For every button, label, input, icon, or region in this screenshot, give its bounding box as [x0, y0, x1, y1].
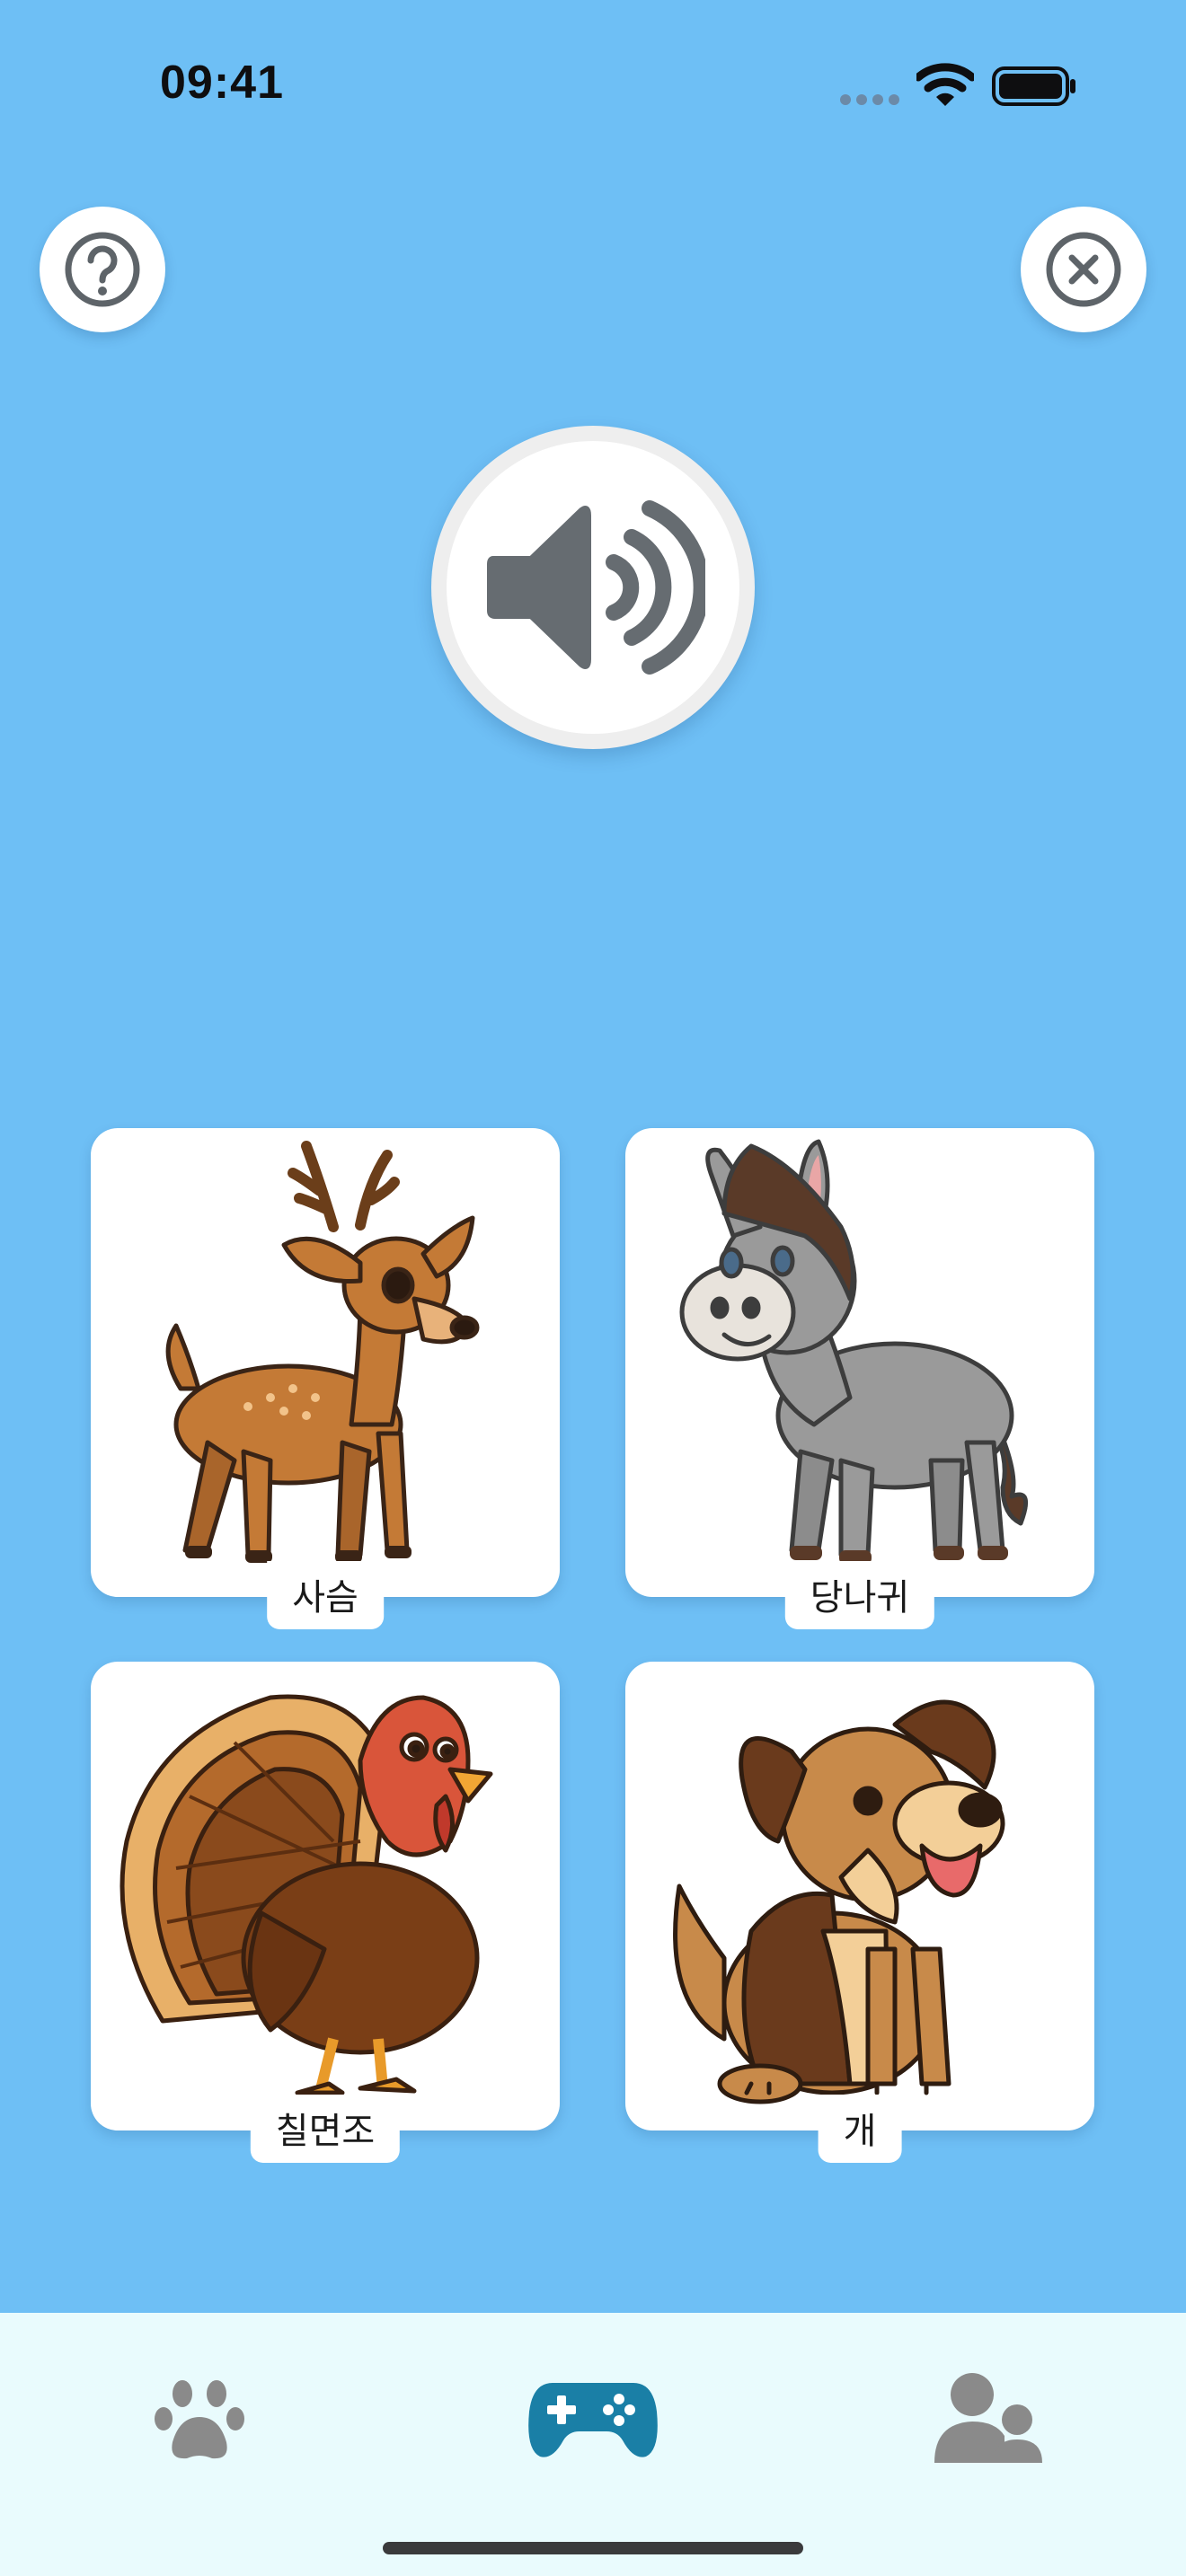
question-circle-icon [65, 232, 140, 307]
close-button[interactable] [1021, 207, 1146, 332]
card-label-deer: 사슴 [267, 1561, 384, 1629]
status-time: 09:41 [160, 57, 284, 109]
card-label-dog: 개 [818, 2095, 902, 2163]
answer-card-turkey[interactable]: 칠면조 [91, 1662, 560, 2163]
home-indicator[interactable] [383, 2542, 803, 2554]
paw-icon [155, 2380, 244, 2459]
help-button[interactable] [40, 207, 165, 332]
cellular-signal-icon [840, 94, 899, 105]
speaker-wave-icon [487, 500, 705, 675]
tab-bar [0, 2313, 1186, 2576]
card-label-donkey: 당나귀 [784, 1561, 935, 1629]
answer-card-deer[interactable]: 사슴 [91, 1128, 560, 1629]
play-sound-button-face [447, 441, 739, 734]
answer-card-dog[interactable]: 개 [625, 1662, 1094, 2163]
users-icon [934, 2373, 1042, 2463]
answer-card-donkey[interactable]: 당나귀 [625, 1128, 1094, 1629]
wifi-icon [916, 63, 974, 106]
gamepad-icon [528, 2383, 658, 2457]
dog-illustration [673, 1699, 1005, 2104]
play-sound-button[interactable] [431, 426, 755, 749]
battery-icon [992, 66, 1075, 106]
donkey-illustration [679, 1139, 1029, 1565]
tab-profile[interactable] [907, 2356, 1069, 2482]
tab-games[interactable] [512, 2356, 674, 2482]
status-bar: 09:41 [0, 0, 1186, 180]
turkey-illustration [119, 1694, 493, 2095]
deer-illustration [165, 1141, 480, 1563]
close-circle-icon [1046, 232, 1121, 307]
card-label-turkey: 칠면조 [250, 2095, 401, 2163]
tab-animals[interactable] [119, 2356, 280, 2482]
